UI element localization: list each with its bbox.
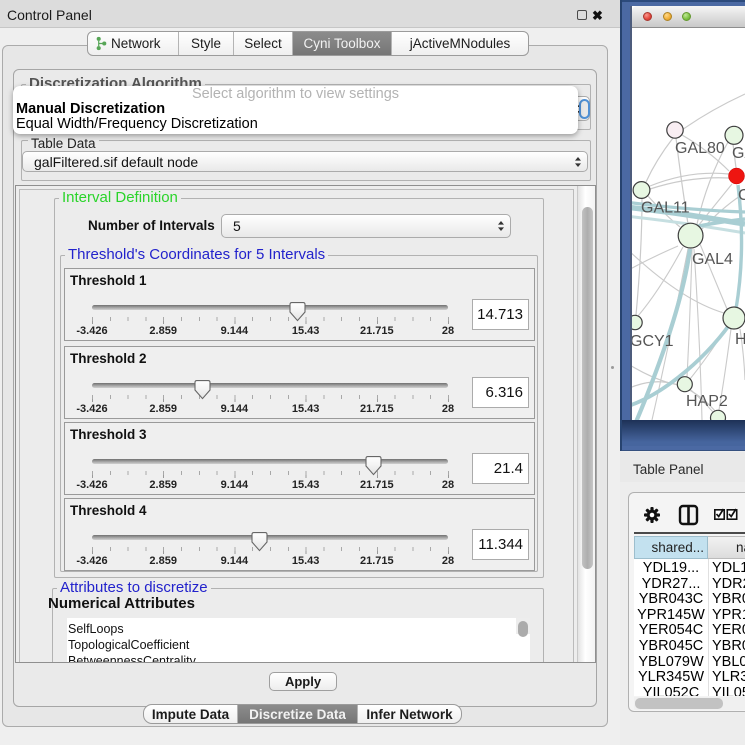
svg-text:GCY1: GCY1: [632, 333, 674, 350]
svg-text:GA: GA: [732, 145, 745, 162]
svg-text:GAL80: GAL80: [675, 140, 725, 157]
svg-text:C: C: [738, 187, 745, 204]
svg-text:GAL11: GAL11: [641, 200, 690, 217]
svg-text:HA: HA: [735, 331, 745, 348]
svg-text:HAP2: HAP2: [686, 393, 728, 410]
svg-text:GAL4: GAL4: [692, 251, 733, 268]
